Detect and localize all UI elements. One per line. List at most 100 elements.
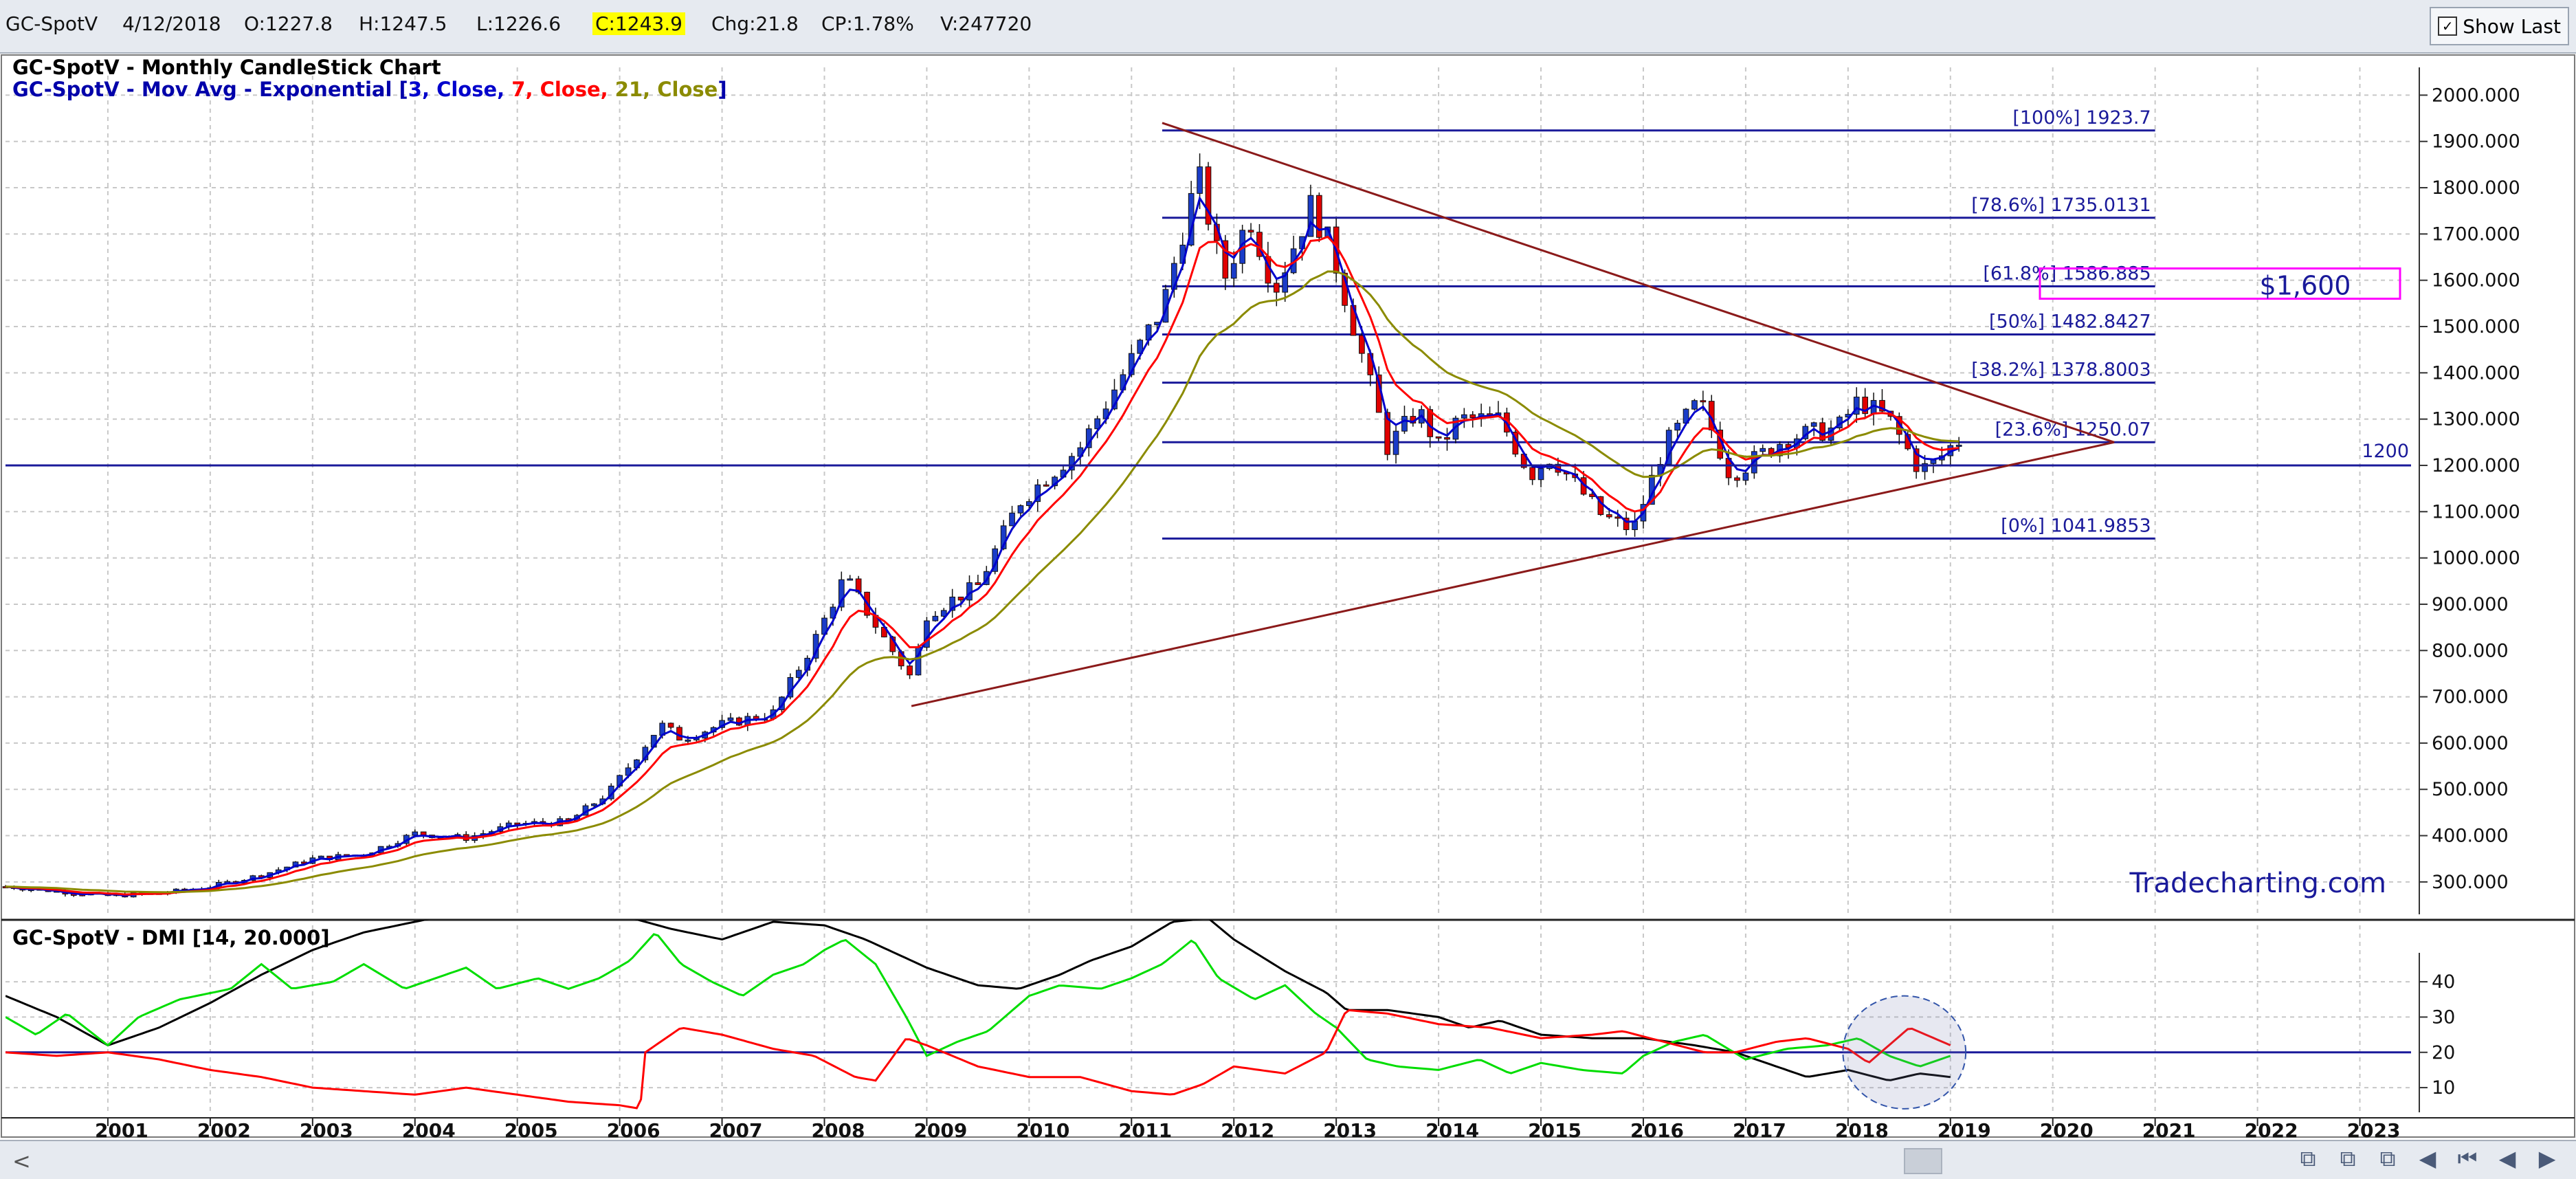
- candle-body: [1247, 230, 1254, 233]
- candle-body: [975, 582, 981, 585]
- candle-body: [1742, 472, 1749, 481]
- candle-body: [685, 739, 691, 742]
- dmi-tick-label: 20: [2432, 1042, 2455, 1064]
- y-tick-label: 800.000: [2432, 640, 2509, 661]
- candle-body: [1230, 263, 1237, 279]
- candle-body: [1606, 514, 1612, 518]
- candle-body: [1759, 448, 1766, 452]
- time-x-axis: 2001 2002 2003 2004 2005 2006 2007 2008 2009 2010…: [1, 1117, 2575, 1138]
- x-tick-label: 2022: [2245, 1119, 2298, 1138]
- fib-level-label: [38.2%] 1378.8003: [1971, 360, 2151, 381]
- nav-button-0[interactable]: ⧉: [2293, 1145, 2323, 1172]
- x-tick-label: 2010: [1016, 1119, 1069, 1138]
- candle-body: [1197, 166, 1203, 194]
- chart-scrollbar[interactable]: < ⧉ ⧉ ⧉ ◀ ⏮ ◀ ▶: [0, 1140, 2576, 1179]
- dmi-title: GC-SpotV - DMI [14, 20.000]: [12, 926, 330, 949]
- change-percent-value: CP:1.78%: [821, 12, 914, 35]
- candle-body: [1435, 436, 1442, 439]
- y-tick-label: 1000.000: [2432, 548, 2520, 569]
- y-tick-label: 2000.000: [2432, 85, 2520, 106]
- volume-value: V:247720: [940, 12, 1032, 35]
- dmi-highlight-ellipse: [1842, 995, 1967, 1110]
- moving-average-legend-part: 3, Close,: [408, 78, 511, 101]
- candle-body: [1392, 430, 1399, 455]
- price-target-annotation: $1,600: [2260, 271, 2351, 301]
- y-tick-label: 300.000: [2432, 872, 2509, 893]
- show-last-checkbox[interactable]: ✓ Show Last: [2430, 7, 2569, 45]
- ema-21-line: [5, 270, 1959, 894]
- x-tick-label: 2020: [2040, 1119, 2094, 1138]
- dmi-tick-label: 10: [2432, 1077, 2455, 1099]
- price-y-axis: 300.000 400.000 500.000 600.000 700.000 800.0…: [2419, 67, 2520, 914]
- watermark: Tradecharting.com: [2129, 868, 2387, 899]
- candle-body: [795, 670, 802, 679]
- x-tick-label: 2018: [1835, 1119, 1889, 1138]
- nav-button-1[interactable]: ⧉: [2333, 1145, 2363, 1172]
- y-tick-label: 900.000: [2432, 594, 2509, 615]
- moving-average-legend-part: GC-SpotV - Mov Avg - Exponential [: [12, 78, 408, 101]
- y-tick-label: 1700.000: [2432, 223, 2520, 245]
- open-value: O:1227.8: [244, 12, 333, 35]
- nav-button-2[interactable]: ⧉: [2373, 1145, 2403, 1172]
- candle-body: [420, 831, 427, 836]
- candle-body: [932, 615, 939, 621]
- nav-button-6[interactable]: ▶: [2532, 1145, 2562, 1172]
- candlesticks: [2, 153, 1962, 898]
- support-line-label: 1200: [2362, 441, 2409, 462]
- checkbox-check-icon[interactable]: ✓: [2438, 16, 2458, 36]
- nav-button-5[interactable]: ◀: [2492, 1145, 2522, 1172]
- candle-body: [727, 717, 734, 721]
- candle-body: [1444, 437, 1450, 440]
- dmi-chart-text: GC-SpotV - DMI [14, 20.000]: [12, 926, 330, 949]
- fib-level-label: [78.6%] 1735.0131: [1971, 195, 2151, 216]
- candle-body: [667, 723, 674, 728]
- y-tick-label: 1900.000: [2432, 131, 2520, 153]
- nav-button-4[interactable]: ⏮: [2452, 1145, 2483, 1172]
- moving-average-legend-part: 7, Close,: [511, 78, 614, 101]
- ema-3-line: [5, 195, 1959, 897]
- scrollbar-thumb[interactable]: [1904, 1148, 1942, 1174]
- dmi-tick-label: 30: [2432, 1006, 2455, 1028]
- x-tick-label: 2023: [2347, 1119, 2401, 1138]
- y-tick-label: 1400.000: [2432, 362, 2520, 384]
- scroll-left-button[interactable]: <: [12, 1148, 31, 1174]
- x-tick-label: 2014: [1425, 1119, 1479, 1138]
- candle-body: [1529, 467, 1535, 481]
- candle-body: [1273, 283, 1280, 293]
- candle-body: [1930, 459, 1937, 464]
- triangle-lower-trendline: [911, 441, 2115, 707]
- symbol-label: GC-SpotV: [5, 12, 98, 35]
- fib-level-label: [50%] 1482.8427: [1989, 311, 2151, 333]
- candle-body: [412, 831, 419, 836]
- x-tick-label: 2006: [607, 1119, 660, 1138]
- candle-body: [1043, 484, 1050, 487]
- candle-body: [1469, 414, 1476, 419]
- triangle-upper-trendline: [1162, 122, 2115, 443]
- moving-average-legend: GC-SpotV - Mov Avg - Exponential [3, Clo…: [12, 78, 727, 101]
- y-tick-label: 600.000: [2432, 733, 2509, 754]
- x-tick-label: 2007: [709, 1119, 763, 1138]
- nav-button-3[interactable]: ◀: [2412, 1145, 2443, 1172]
- candle-body: [1614, 516, 1621, 519]
- low-value: L:1226.6: [476, 12, 562, 35]
- quote-toolbar: GC-SpotV 4/12/2018 O:1227.8 H:1247.5 L:1…: [0, 0, 2576, 54]
- x-tick-label: 2019: [1937, 1119, 1991, 1138]
- candle-body: [1734, 477, 1740, 481]
- y-tick-label: 1300.000: [2432, 409, 2520, 430]
- candle-body: [1009, 512, 1015, 527]
- candle-body: [1461, 414, 1467, 419]
- candle-body: [907, 665, 913, 676]
- y-tick-label: 1100.000: [2432, 501, 2520, 522]
- candle-body: [1700, 400, 1707, 403]
- moving-averages: [5, 195, 1959, 897]
- y-tick-label: 400.000: [2432, 826, 2509, 847]
- x-tick-label: 2012: [1221, 1119, 1274, 1138]
- moving-average-legend-part: ]: [718, 78, 726, 101]
- date-label: 4/12/2018: [122, 12, 221, 35]
- x-tick-label: 2011: [1118, 1119, 1172, 1138]
- y-tick-label: 700.000: [2432, 687, 2509, 708]
- candle-body: [318, 855, 324, 859]
- y-tick-label: 1800.000: [2432, 177, 2520, 199]
- x-tick-label: 2013: [1323, 1119, 1377, 1138]
- candle-body: [591, 803, 597, 806]
